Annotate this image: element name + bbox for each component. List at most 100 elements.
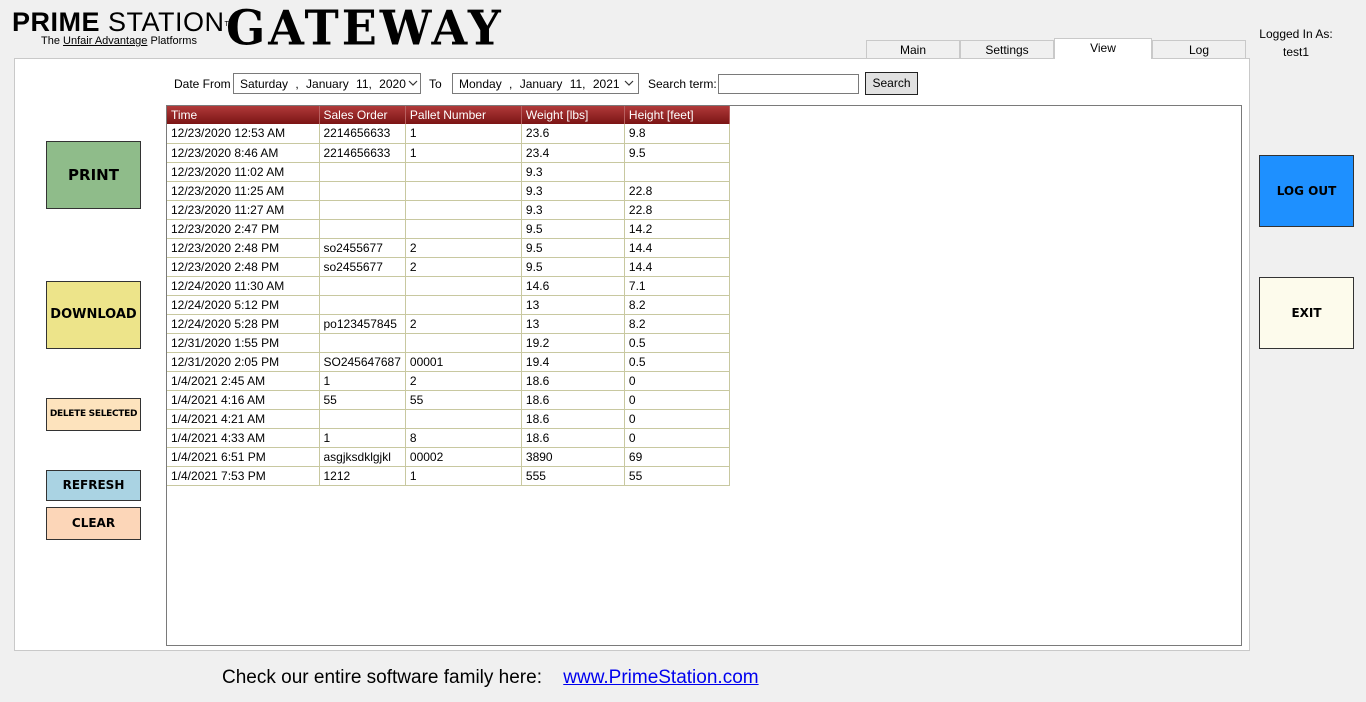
sales-order-cell — [319, 219, 406, 239]
column-header-pallet-number[interactable]: Pallet Number — [405, 106, 522, 124]
records-table: Time Sales Order Pallet Number Weight [l… — [167, 106, 730, 486]
table-row[interactable]: 1/4/2021 4:33 AM 1 8 18.6 0 — [167, 428, 730, 448]
column-header-sales-order[interactable]: Sales Order — [319, 106, 406, 124]
table-row[interactable]: 12/23/2020 2:48 PM so2455677 2 9.5 14.4 — [167, 257, 730, 277]
sales-order-cell: 1 — [319, 371, 406, 391]
time-cell: 12/23/2020 11:02 AM — [167, 162, 320, 182]
sales-order-cell — [319, 181, 406, 201]
weight-cell: 13 — [521, 314, 625, 334]
table-row[interactable]: 12/23/2020 8:46 AM 2214656633 1 23.4 9.5 — [167, 143, 730, 163]
table-row[interactable]: 12/23/2020 11:27 AM 9.3 22.8 — [167, 200, 730, 220]
height-cell: 8.2 — [624, 314, 730, 334]
logged-in-label: Logged In As: — [1259, 27, 1333, 41]
sales-order-cell: po123457845 — [319, 314, 406, 334]
time-cell: 12/24/2020 11:30 AM — [167, 276, 320, 296]
date-to-value: Monday , January 11, 2021 — [459, 76, 620, 91]
pallet-number-cell: 1 — [405, 124, 522, 144]
sales-order-cell: 1212 — [319, 466, 406, 486]
records-grid[interactable]: Time Sales Order Pallet Number Weight [l… — [166, 105, 1242, 646]
sales-order-cell: 2214656633 — [319, 124, 406, 144]
height-cell: 0 — [624, 428, 730, 448]
time-cell: 12/31/2020 1:55 PM — [167, 333, 320, 353]
pallet-number-cell — [405, 200, 522, 220]
exit-button[interactable]: EXIT — [1259, 277, 1354, 349]
pallet-number-cell — [405, 409, 522, 429]
weight-cell: 19.2 — [521, 333, 625, 353]
table-row[interactable]: 12/23/2020 12:53 AM 2214656633 1 23.6 9.8 — [167, 124, 730, 144]
time-cell: 1/4/2021 4:16 AM — [167, 390, 320, 410]
height-cell: 14.2 — [624, 219, 730, 239]
time-cell: 12/23/2020 11:27 AM — [167, 200, 320, 220]
logged-in-info: Logged In As: test1 — [1256, 25, 1336, 61]
table-row[interactable]: 12/23/2020 2:48 PM so2455677 2 9.5 14.4 — [167, 238, 730, 258]
sales-order-cell — [319, 409, 406, 429]
height-cell: 0 — [624, 409, 730, 429]
time-cell: 12/31/2020 2:05 PM — [167, 352, 320, 372]
sales-order-cell: 1 — [319, 428, 406, 448]
weight-cell: 13 — [521, 295, 625, 315]
weight-cell: 18.6 — [521, 371, 625, 391]
pallet-number-cell: 1 — [405, 143, 522, 163]
tab-settings[interactable]: Settings — [960, 40, 1054, 59]
weight-cell: 9.3 — [521, 181, 625, 201]
time-cell: 1/4/2021 4:33 AM — [167, 428, 320, 448]
logout-button[interactable]: LOG OUT — [1259, 155, 1354, 227]
date-to-picker[interactable]: Monday , January 11, 2021 — [452, 73, 639, 94]
tagline-post: Platforms — [150, 35, 197, 47]
weight-cell: 23.6 — [521, 124, 625, 144]
pallet-number-cell: 8 — [405, 428, 522, 448]
date-from-value: Saturday , January 11, 2020 — [240, 76, 406, 91]
table-row[interactable]: 12/23/2020 2:47 PM 9.5 14.2 — [167, 219, 730, 239]
delete-selected-button[interactable]: DELETE SELECTED — [46, 398, 141, 431]
date-from-picker[interactable]: Saturday , January 11, 2020 — [233, 73, 421, 94]
table-row[interactable]: 1/4/2021 6:51 PM asgjksdklgjkl 00002 3890 69 — [167, 447, 730, 467]
clear-button[interactable]: CLEAR — [46, 507, 141, 540]
height-cell — [624, 162, 730, 182]
download-button[interactable]: DOWNLOAD — [46, 281, 141, 349]
sales-order-cell: 2214656633 — [319, 143, 406, 163]
table-row[interactable]: 1/4/2021 4:16 AM 55 55 18.6 0 — [167, 390, 730, 410]
column-header-time[interactable]: Time — [167, 106, 320, 124]
pallet-number-cell: 55 — [405, 390, 522, 410]
footer-link[interactable]: www.PrimeStation.com — [563, 667, 758, 688]
logo-wordmark: PRIME STATIONTM — [12, 8, 236, 36]
tab-view[interactable]: View — [1054, 38, 1152, 59]
pallet-number-cell: 1 — [405, 466, 522, 486]
print-button[interactable]: PRINT — [46, 141, 141, 209]
footer: Check our entire software family here: w… — [222, 667, 759, 689]
time-cell: 12/24/2020 5:28 PM — [167, 314, 320, 334]
tab-log[interactable]: Log — [1152, 40, 1246, 59]
table-header-row: Time Sales Order Pallet Number Weight [l… — [167, 106, 730, 124]
refresh-button[interactable]: REFRESH — [46, 470, 141, 501]
tab-bar: Main Settings View Log — [866, 38, 1246, 59]
table-row[interactable]: 1/4/2021 2:45 AM 1 2 18.6 0 — [167, 371, 730, 391]
table-row[interactable]: 12/31/2020 2:05 PM SO245647687 00001 19.4 0.… — [167, 352, 730, 372]
table-row[interactable]: 12/31/2020 1:55 PM 19.2 0.5 — [167, 333, 730, 353]
time-cell: 12/23/2020 12:53 AM — [167, 124, 320, 144]
search-input[interactable] — [718, 74, 859, 94]
column-header-height[interactable]: Height [feet] — [624, 106, 730, 124]
weight-cell: 9.5 — [521, 257, 625, 277]
table-row[interactable]: 1/4/2021 7:53 PM 1212 1 555 55 — [167, 466, 730, 486]
tab-main[interactable]: Main — [866, 40, 960, 59]
column-header-weight[interactable]: Weight [lbs] — [521, 106, 625, 124]
table-row[interactable]: 12/24/2020 5:12 PM 13 8.2 — [167, 295, 730, 315]
height-cell: 7.1 — [624, 276, 730, 296]
height-cell: 0.5 — [624, 352, 730, 372]
weight-cell: 9.5 — [521, 238, 625, 258]
chevron-down-icon — [620, 78, 638, 89]
table-row[interactable]: 12/23/2020 11:02 AM 9.3 — [167, 162, 730, 182]
table-row[interactable]: 12/23/2020 11:25 AM 9.3 22.8 — [167, 181, 730, 201]
search-button[interactable]: Search — [865, 72, 918, 95]
height-cell: 22.8 — [624, 181, 730, 201]
sales-order-cell — [319, 276, 406, 296]
sales-order-cell: asgjksdklgjkl — [319, 447, 406, 467]
height-cell: 9.8 — [624, 124, 730, 144]
sales-order-cell: so2455677 — [319, 238, 406, 258]
table-body: 12/23/2020 12:53 AM 2214656633 1 23.6 9.8 12/… — [167, 124, 730, 486]
table-row[interactable]: 12/24/2020 5:28 PM po123457845 2 13 8.2 — [167, 314, 730, 334]
table-row[interactable]: 1/4/2021 4:21 AM 18.6 0 — [167, 409, 730, 429]
brand-logo: PRIME STATIONTM The Unfair Advantage Pla… — [12, 8, 236, 47]
pallet-number-cell: 2 — [405, 314, 522, 334]
table-row[interactable]: 12/24/2020 11:30 AM 14.6 7.1 — [167, 276, 730, 296]
